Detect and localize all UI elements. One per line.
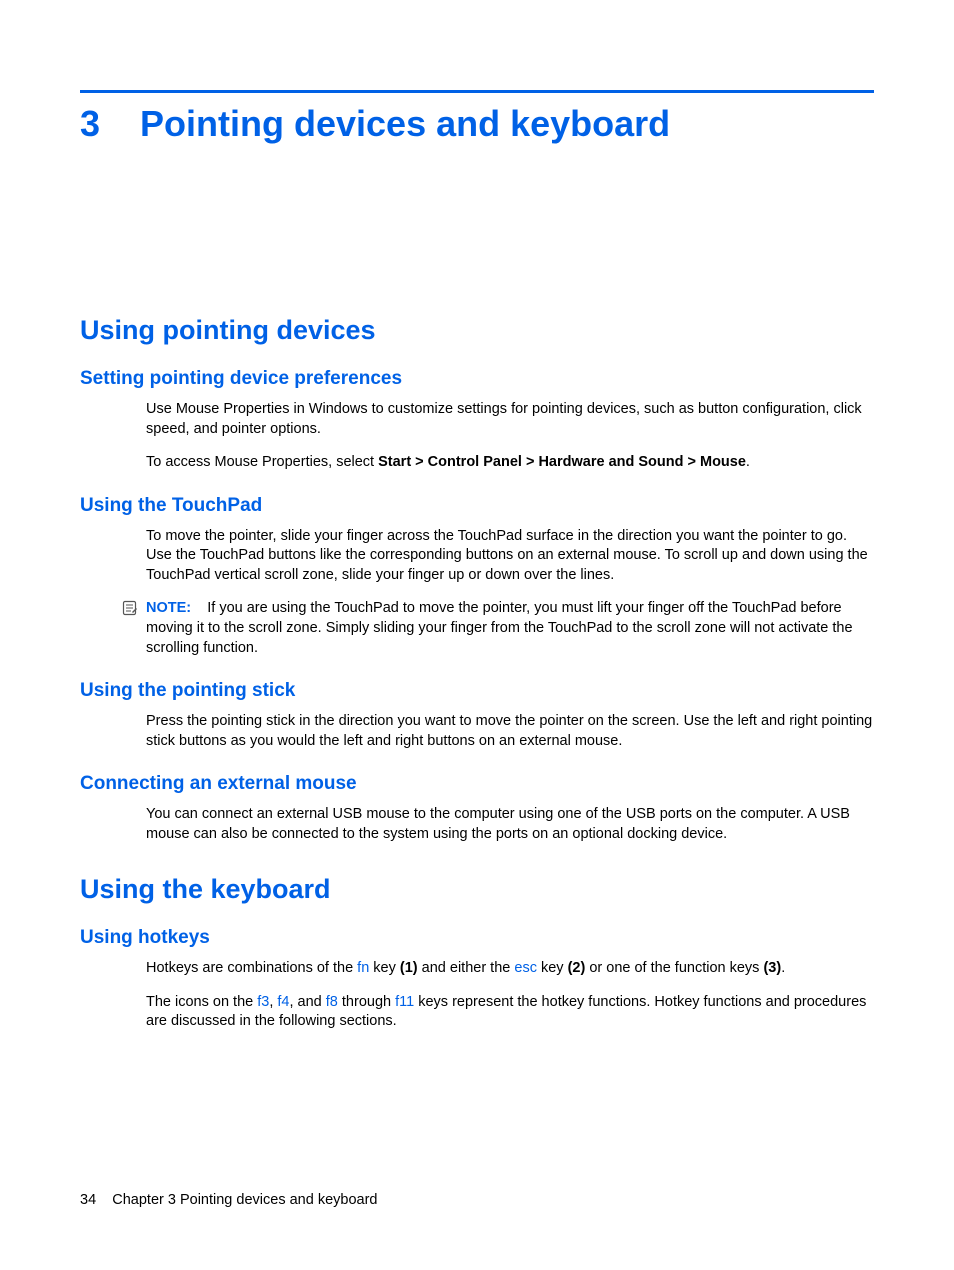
callout-3: (3) [763,960,781,976]
chapter-heading: 3 Pointing devices and keyboard [80,103,874,145]
paragraph: Press the pointing stick in the directio… [146,712,874,751]
key-f11: f11 [395,994,414,1010]
paragraph: Use Mouse Properties in Windows to custo… [146,400,874,439]
subsection-setting-preferences: Setting pointing device preferences [80,368,874,390]
key-f3: f3 [257,994,269,1010]
paragraph: To access Mouse Properties, select Start… [146,453,874,473]
chapter-rule [80,90,874,93]
text-run: or one of the function keys [585,960,763,976]
text-run: The icons on the [146,994,257,1010]
text-run: key [537,960,568,976]
subsection-pointing-stick: Using the pointing stick [80,680,874,702]
text-run: . [781,960,785,976]
key-f8: f8 [326,994,338,1010]
text-run: . [746,454,750,470]
callout-2: (2) [568,960,586,976]
text-run: and either the [418,960,515,976]
text-run: , and [290,994,326,1010]
note-label: NOTE: [146,600,191,616]
note-paragraph: NOTE: If you are using the TouchPad to m… [146,599,874,658]
section-using-pointing-devices: Using pointing devices [80,315,874,346]
paragraph: You can connect an external USB mouse to… [146,805,874,844]
paragraph: Hotkeys are combinations of the fn key (… [146,959,874,979]
subsection-using-touchpad: Using the TouchPad [80,495,874,517]
key-f4: f4 [277,994,289,1010]
text-run: through [338,994,395,1010]
menu-path: Start > Control Panel > Hardware and Sou… [378,454,746,470]
note-icon [122,600,138,616]
key-fn: fn [357,960,369,976]
text-run: key [369,960,400,976]
chapter-title: Pointing devices and keyboard [140,103,670,145]
chapter-number: 3 [80,103,100,145]
text-run: To access Mouse Properties, select [146,454,378,470]
section-using-keyboard: Using the keyboard [80,874,874,905]
note-body: If you are using the TouchPad to move th… [146,600,853,655]
paragraph: To move the pointer, slide your finger a… [146,527,874,586]
key-esc: esc [514,960,537,976]
text-run: Hotkeys are combinations of the [146,960,357,976]
footer-chapter-label: Chapter 3 Pointing devices and keyboard [112,1192,377,1208]
paragraph: The icons on the f3, f4, and f8 through … [146,993,874,1032]
callout-1: (1) [400,960,418,976]
subsection-using-hotkeys: Using hotkeys [80,927,874,949]
page-footer: 34 Chapter 3 Pointing devices and keyboa… [80,1192,377,1208]
subsection-external-mouse: Connecting an external mouse [80,773,874,795]
page-number: 34 [80,1192,96,1208]
note-gap [195,600,207,616]
